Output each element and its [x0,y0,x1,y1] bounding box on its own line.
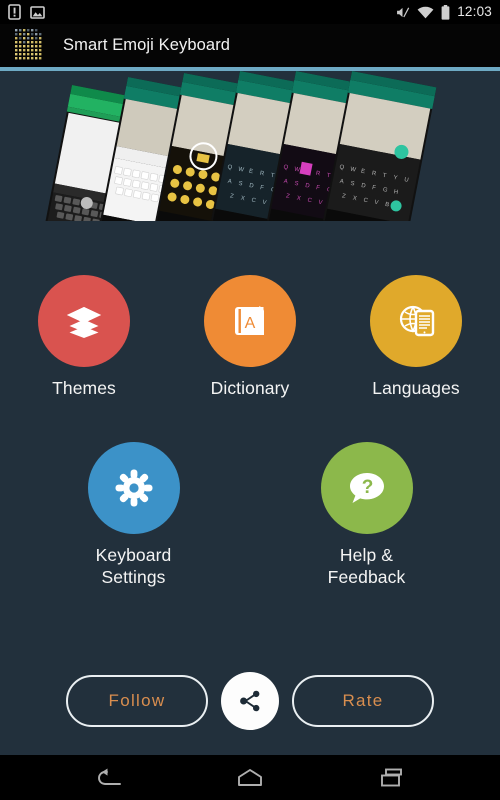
menu-item-themes[interactable]: Themes [1,275,167,400]
dictionary-label: Dictionary [210,378,290,398]
home-icon[interactable] [235,766,265,790]
app-title: Smart Emoji Keyboard [63,36,231,54]
svg-text:A: A [245,315,256,332]
follow-button[interactable]: Follow [66,675,208,727]
main-menu: Themes A Dictionary Languages Keyboard S… [0,275,500,589]
menu-item-dictionary[interactable]: A Dictionary [167,275,333,400]
share-icon [240,690,260,712]
keyboard-themes-banner[interactable]: QWE RTYU ASD FGH ZXC VB [0,71,500,221]
menu-row-1: Themes A Dictionary Languages [0,275,500,400]
sim-warning-icon [8,4,21,20]
languages-button[interactable] [370,275,462,367]
keyboard-settings-button[interactable] [87,441,180,534]
back-icon[interactable] [93,766,123,790]
help-feedback-button[interactable]: ? [320,441,413,534]
globe-tablet-icon [399,305,435,337]
keyboard-settings-label: Keyboard Settings [96,545,172,589]
battery-icon [441,4,450,20]
recents-icon[interactable] [377,766,407,790]
bottom-action-bar: Follow Rate [0,670,500,732]
svg-text:?: ? [361,477,373,498]
emoji-grid-app-icon [12,26,47,65]
share-button[interactable] [221,672,279,730]
question-bubble-icon: ? [349,472,384,503]
menu-item-help-feedback[interactable]: ? Help & Feedback [250,441,483,589]
dictionary-button[interactable]: A [204,275,296,367]
system-navigation-bar [0,755,500,800]
status-bar-clock: 12:03 [457,4,492,20]
app-title-bar: Smart Emoji Keyboard [0,24,500,67]
status-bar-system-icons: 12:03 [395,4,492,20]
themes-label: Themes [52,378,116,398]
keyboard-settings-label-line2: Settings [101,566,166,587]
menu-item-languages[interactable]: Languages [333,275,499,400]
status-bar: 12:03 [0,0,500,24]
keyboard-settings-label-line1: Keyboard [95,544,172,565]
wifi-icon [417,6,434,18]
menu-row-2: Keyboard Settings ? Help & Feedback [0,441,500,589]
screenshot-icon [30,5,45,19]
layers-icon [67,307,101,338]
gear-icon [115,469,152,507]
volume-mute-icon [397,7,410,17]
help-feedback-label: Help & Feedback [328,545,406,589]
languages-label: Languages [372,378,460,398]
status-bar-notifications [8,4,45,20]
rate-button[interactable]: Rate [292,675,434,727]
help-feedback-label-line2: Feedback [327,566,406,587]
book-a-icon: A [235,306,264,335]
menu-item-keyboard-settings[interactable]: Keyboard Settings [17,441,250,589]
app-screen: 12:03 Smart Emoji Keyboard Q W E R T A S… [0,0,500,800]
help-feedback-label-line1: Help & [339,544,394,565]
themes-button[interactable] [38,275,130,367]
